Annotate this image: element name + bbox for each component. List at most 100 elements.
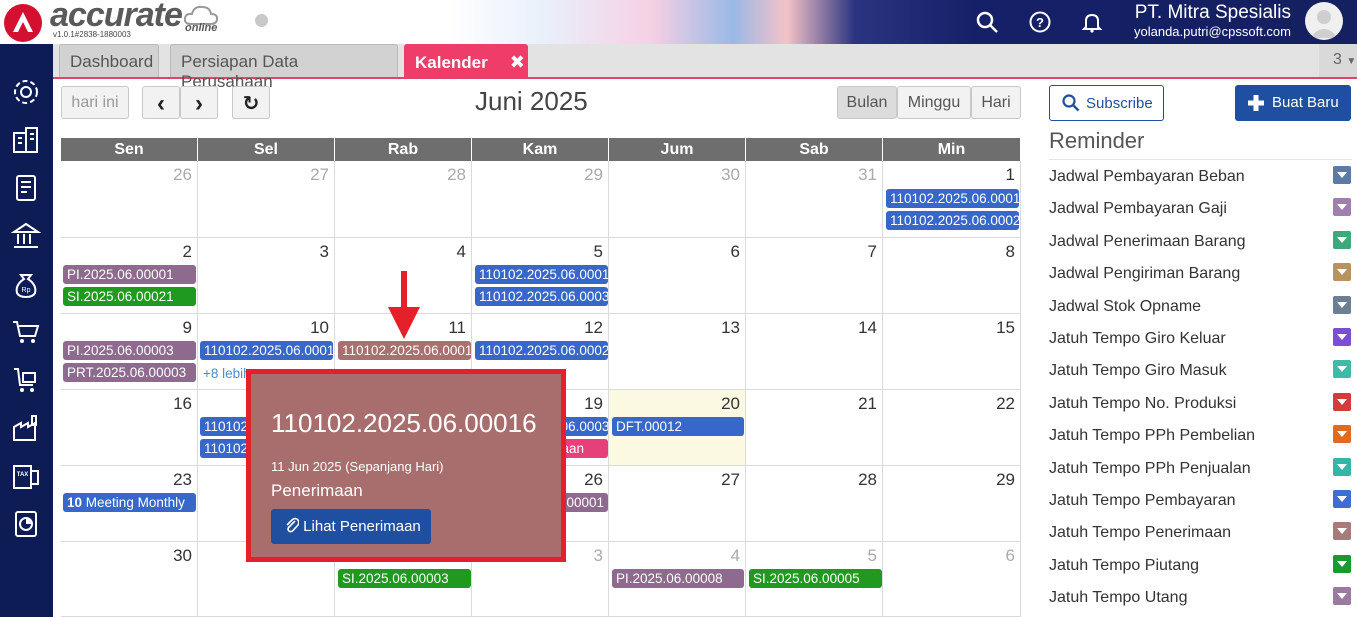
purchase-cart-icon[interactable] <box>11 317 41 347</box>
calendar-event[interactable]: PI.2025.06.00008 <box>612 569 744 588</box>
reminder-color-dropdown-icon[interactable] <box>1333 522 1351 541</box>
reminder-item[interactable]: Jatuh Tempo Giro Keluar <box>1049 330 1226 348</box>
day-cell[interactable]: 16 <box>61 390 198 466</box>
tab-dashboard[interactable]: Dashboard <box>59 44 159 77</box>
day-number[interactable]: 14 <box>858 318 877 338</box>
day-cell[interactable]: 29 <box>472 161 609 238</box>
day-cell[interactable]: 7 <box>746 238 883 314</box>
day-number[interactable]: 11 <box>448 318 466 338</box>
reminder-color-dropdown-icon[interactable] <box>1333 587 1351 606</box>
next-button[interactable]: › <box>180 86 218 119</box>
sales-cart-icon[interactable] <box>11 365 41 395</box>
day-number[interactable]: 1 <box>1006 165 1015 185</box>
day-cell[interactable]: 21 <box>746 390 883 466</box>
prev-button[interactable]: ‹ <box>142 86 180 119</box>
day-number[interactable]: 19 <box>584 394 603 414</box>
reminder-item[interactable]: Jatuh Tempo Penerimaan <box>1049 524 1231 542</box>
day-number[interactable]: 22 <box>996 394 1015 414</box>
reminder-color-dropdown-icon[interactable] <box>1333 457 1351 476</box>
reminder-item[interactable]: Jadwal Penerimaan Barang <box>1049 233 1246 251</box>
reminder-item[interactable]: Jatuh Tempo Giro Masuk <box>1049 362 1227 380</box>
reminder-color-dropdown-icon[interactable] <box>1333 425 1351 444</box>
day-number[interactable]: 30 <box>721 165 740 185</box>
day-cell[interactable]: 27 <box>198 161 335 238</box>
day-cell[interactable]: 31 <box>746 161 883 238</box>
day-cell[interactable]: 29 <box>883 466 1021 542</box>
calendar-event[interactable]: PI.2025.06.00001 <box>63 265 196 284</box>
day-cell[interactable]: 22 <box>883 390 1021 466</box>
day-cell[interactable]: 28 <box>746 466 883 542</box>
tab-kalender[interactable]: Kalender ✖ <box>404 44 528 77</box>
view-month-button[interactable]: Bulan <box>837 86 897 119</box>
reminder-color-dropdown-icon[interactable] <box>1333 392 1351 411</box>
tax-icon[interactable]: TAX <box>11 461 41 491</box>
reminder-item[interactable]: Jadwal Stok Opname <box>1049 298 1201 316</box>
tab-persiapan-data[interactable]: Persiapan Data Perusahaan <box>170 44 398 91</box>
day-cell[interactable]: 30 <box>609 161 746 238</box>
day-number[interactable]: 6 <box>1006 546 1015 566</box>
day-cell[interactable]: 27 <box>609 466 746 542</box>
calendar-event[interactable]: SI.2025.06.00021 <box>63 287 196 306</box>
more-events-link[interactable]: +8 lebih <box>203 366 251 381</box>
day-number[interactable]: 8 <box>1006 242 1015 262</box>
money-bag-icon[interactable]: Rp <box>11 269 41 299</box>
day-number[interactable]: 28 <box>858 470 877 490</box>
subscribe-button[interactable]: Subscribe <box>1049 85 1164 121</box>
reminder-item[interactable]: Jatuh Tempo Pembayaran <box>1049 492 1235 510</box>
accurate-logo-icon[interactable] <box>4 4 42 42</box>
calendar-event-selected[interactable]: 110102.2025.06.00016 <box>338 341 471 360</box>
day-number[interactable]: 7 <box>868 242 877 262</box>
calendar-event[interactable]: DFT.00012 <box>612 417 744 436</box>
search-icon[interactable] <box>975 10 999 34</box>
ledger-icon[interactable] <box>11 173 41 203</box>
close-icon[interactable]: ✖ <box>510 52 525 72</box>
day-cell[interactable]: 3 <box>198 238 335 314</box>
day-cell[interactable]: 8 <box>883 238 1021 314</box>
day-cell[interactable]: 28 <box>335 161 472 238</box>
reminder-item[interactable]: Jadwal Pembayaran Gaji <box>1049 200 1227 218</box>
refresh-button[interactable]: ↻ <box>232 86 270 119</box>
reminder-item[interactable]: Jadwal Pembayaran Beban <box>1049 168 1245 186</box>
calendar-event[interactable]: SI.2025.06.00005 <box>749 569 882 588</box>
calendar-event[interactable]: 110102.2025.06.00011 <box>886 189 1019 208</box>
day-number[interactable]: 4 <box>731 546 740 566</box>
reminder-color-dropdown-icon[interactable] <box>1333 554 1351 573</box>
reminder-item[interactable]: Jatuh Tempo PPh Pembelian <box>1049 427 1255 445</box>
day-number[interactable]: 5 <box>868 546 877 566</box>
day-number[interactable]: 27 <box>310 165 329 185</box>
day-cell[interactable]: 26 <box>61 161 198 238</box>
avatar[interactable] <box>1305 2 1343 40</box>
day-number[interactable]: 9 <box>183 318 192 338</box>
day-number[interactable]: 31 <box>858 165 877 185</box>
reminder-item[interactable]: Jatuh Tempo Utang <box>1049 589 1187 607</box>
reminder-color-dropdown-icon[interactable] <box>1333 166 1351 184</box>
day-number[interactable]: 29 <box>996 470 1015 490</box>
calendar-event[interactable]: SI.2025.06.00003 <box>338 569 471 588</box>
bell-icon[interactable] <box>1080 10 1104 34</box>
calendar-event[interactable]: PRT.2025.06.00003 <box>63 363 196 382</box>
day-number[interactable]: 4 <box>457 242 466 262</box>
reminder-color-dropdown-icon[interactable] <box>1333 295 1351 314</box>
reminder-item[interactable]: Jadwal Pengiriman Barang <box>1049 265 1240 283</box>
new-event-button[interactable]: Buat Baru <box>1235 85 1351 121</box>
day-number[interactable]: 20 <box>721 394 740 414</box>
reminder-color-dropdown-icon[interactable] <box>1333 198 1351 217</box>
reminder-item[interactable]: Jatuh Tempo Piutang <box>1049 557 1199 575</box>
day-cell[interactable]: 6 <box>609 238 746 314</box>
calendar-event[interactable]: 110102.2025.06.00031 <box>475 287 608 306</box>
day-cell[interactable]: 14 <box>746 314 883 390</box>
reminder-color-dropdown-icon[interactable] <box>1333 263 1351 282</box>
calendar-event[interactable]: PI.2025.06.00003 <box>63 341 196 360</box>
reminder-color-dropdown-icon[interactable] <box>1333 360 1351 379</box>
day-number[interactable]: 16 <box>173 394 192 414</box>
company-info[interactable]: PT. Mitra Spesialis yolanda.putri@cpssof… <box>1134 2 1291 40</box>
day-cell[interactable]: 15 <box>883 314 1021 390</box>
reminder-color-dropdown-icon[interactable] <box>1333 230 1351 249</box>
day-number[interactable]: 10 <box>310 318 329 338</box>
day-number[interactable]: 3 <box>594 546 603 566</box>
day-number[interactable]: 3 <box>320 242 329 262</box>
calendar-event[interactable]: 110102.2025.06.00021 <box>475 341 608 360</box>
day-cell[interactable]: 6 <box>883 542 1021 617</box>
day-number[interactable]: 15 <box>996 318 1015 338</box>
view-week-button[interactable]: Minggu <box>897 86 971 119</box>
